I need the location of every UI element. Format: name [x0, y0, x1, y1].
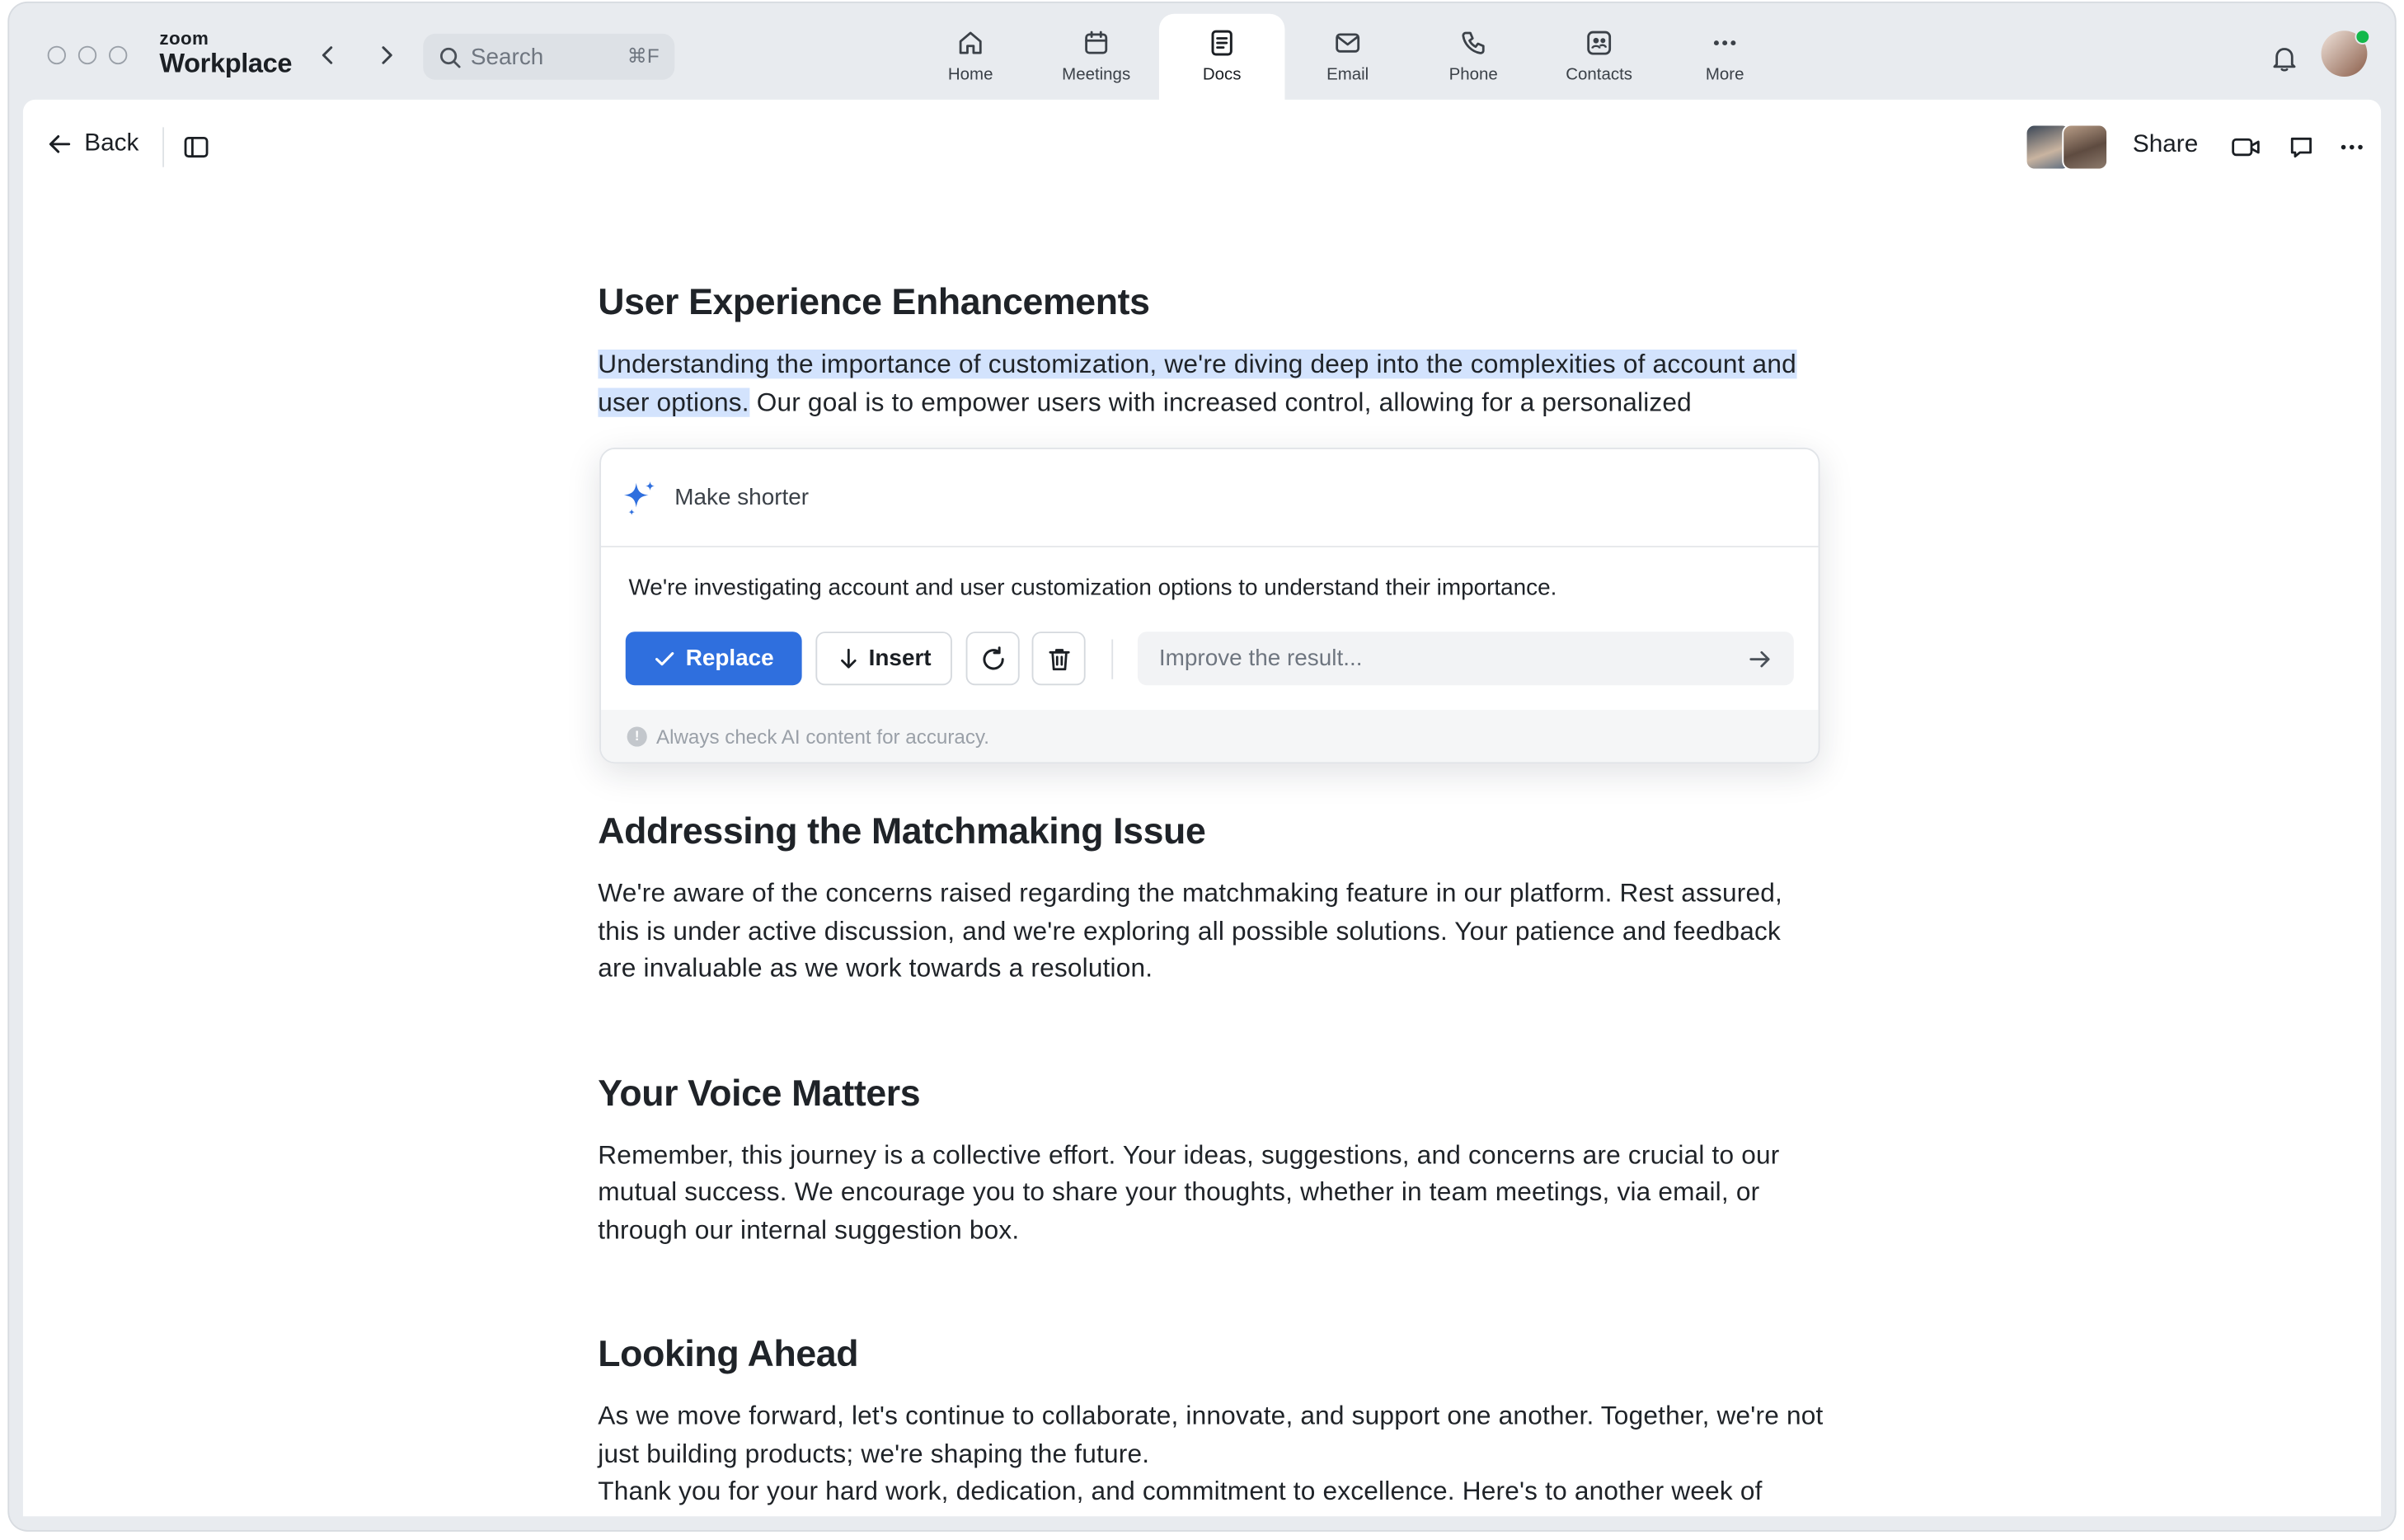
document-editor: Back Share User Experience Enhancements …	[22, 99, 2382, 1517]
collaborator-avatar	[2062, 124, 2109, 171]
search-shortcut: ⌘F	[627, 44, 660, 68]
discard-button[interactable]	[1031, 631, 1086, 686]
regenerate-button[interactable]	[965, 631, 1020, 686]
ai-sparkle-icon	[623, 481, 655, 514]
tab-contacts[interactable]: Contacts	[1536, 14, 1661, 103]
toolbar-divider	[162, 127, 164, 167]
minimize-window-button[interactable]	[77, 45, 97, 65]
refresh-icon	[982, 646, 1003, 669]
improve-result-input[interactable]: Improve the result...	[1137, 631, 1794, 686]
more-options-icon[interactable]	[2338, 134, 2365, 161]
video-camera-icon[interactable]	[2231, 134, 2261, 161]
improve-placeholder: Improve the result...	[1158, 645, 1363, 672]
section-paragraph[interactable]: Understanding the importance of customiz…	[598, 346, 1824, 421]
paragraph-text: Our goal is to empower users with increa…	[756, 387, 1692, 416]
sidebar-toggle-icon[interactable]	[182, 134, 209, 161]
tab-label: Docs	[1202, 65, 1242, 85]
send-arrow-icon[interactable]	[1748, 646, 1772, 671]
ai-toolbar-divider	[1111, 639, 1114, 679]
section-paragraph[interactable]: We're aware of the concerns raised regar…	[598, 876, 1824, 988]
info-icon: !	[627, 725, 647, 746]
app-window: zoom Workplace Search ⌘F Home Meetings D…	[9, 2, 2395, 1530]
tab-email[interactable]: Email	[1284, 14, 1410, 103]
back-button[interactable]: Back	[48, 130, 139, 157]
section-heading: Looking Ahead	[598, 1333, 859, 1376]
app-logo: zoom Workplace	[159, 29, 292, 78]
top-nav-tabs: Home Meetings Docs Email Phone Contacts …	[908, 13, 1787, 103]
trash-icon	[1048, 648, 1069, 670]
back-label: Back	[84, 130, 139, 157]
replace-button[interactable]: Replace	[625, 631, 802, 686]
user-avatar[interactable]	[2321, 29, 2371, 77]
brand-small: zoom	[159, 27, 209, 49]
tab-label: Email	[1326, 65, 1369, 85]
section-heading: Addressing the Matchmaking Issue	[598, 810, 1206, 852]
email-icon	[1336, 33, 1360, 53]
ai-result-text: We're investigating account and user cus…	[628, 575, 1557, 602]
chevron-right-icon[interactable]	[374, 43, 399, 68]
tab-home[interactable]: Home	[908, 14, 1033, 103]
brand-big: Workplace	[159, 47, 293, 78]
window-controls	[47, 45, 128, 65]
ai-popup-header: Make shorter	[601, 449, 1819, 547]
section-paragraph[interactable]: Remember, this journey is a collective e…	[598, 1137, 1824, 1250]
phone-icon	[1462, 31, 1485, 54]
comment-icon[interactable]	[2288, 134, 2315, 161]
search-input[interactable]: Search ⌘F	[423, 33, 675, 80]
close-window-button[interactable]	[47, 45, 66, 65]
section-paragraph[interactable]: As we move forward, let's continue to co…	[598, 1398, 1824, 1473]
search-icon	[439, 46, 461, 68]
more-icon	[1713, 40, 1736, 46]
share-button[interactable]: Share	[2133, 132, 2198, 159]
tab-label: Contacts	[1566, 65, 1633, 85]
search-placeholder: Search	[470, 44, 544, 70]
insert-label: Insert	[868, 645, 932, 672]
collaborator-avatars[interactable]	[2025, 124, 2109, 171]
arrow-left-icon	[49, 135, 71, 153]
tab-meetings[interactable]: Meetings	[1033, 14, 1158, 103]
checkmark-icon	[655, 652, 674, 666]
notifications-bell-icon[interactable]	[2269, 43, 2299, 73]
online-status-indicator	[2355, 29, 2371, 45]
home-icon	[959, 31, 982, 54]
calendar-icon	[1085, 31, 1108, 54]
ai-action-label: Make shorter	[674, 484, 810, 511]
document-icon	[1211, 30, 1233, 56]
tab-phone[interactable]: Phone	[1411, 14, 1536, 103]
tab-docs[interactable]: Docs	[1158, 13, 1285, 103]
tab-label: Phone	[1449, 65, 1498, 85]
tab-more[interactable]: More	[1662, 14, 1787, 103]
ai-assistant-popup: Make shorter We're investigating account…	[599, 448, 1820, 764]
contacts-icon	[1587, 31, 1612, 55]
replace-label: Replace	[685, 645, 774, 672]
section-heading: Your Voice Matters	[598, 1072, 921, 1115]
zoom-window-button[interactable]	[109, 45, 128, 65]
insert-button[interactable]: Insert	[815, 631, 952, 686]
tab-label: Meetings	[1062, 65, 1131, 85]
tab-label: More	[1705, 65, 1744, 85]
section-heading: User Experience Enhancements	[598, 282, 1150, 324]
section-paragraph[interactable]: Thank you for your hard work, dedication…	[598, 1473, 1824, 1516]
arrow-down-icon	[840, 648, 856, 669]
ai-disclaimer-bar: ! Always check AI content for accuracy.	[601, 710, 1819, 763]
document-body[interactable]: User Experience Enhancements Understandi…	[598, 280, 1824, 421]
tab-label: Home	[947, 65, 993, 85]
ai-disclaimer: Always check AI content for accuracy.	[655, 724, 989, 748]
document-body-continued[interactable]: Addressing the Matchmaking Issue We're a…	[598, 810, 1824, 1516]
chevron-left-icon[interactable]	[316, 43, 340, 68]
